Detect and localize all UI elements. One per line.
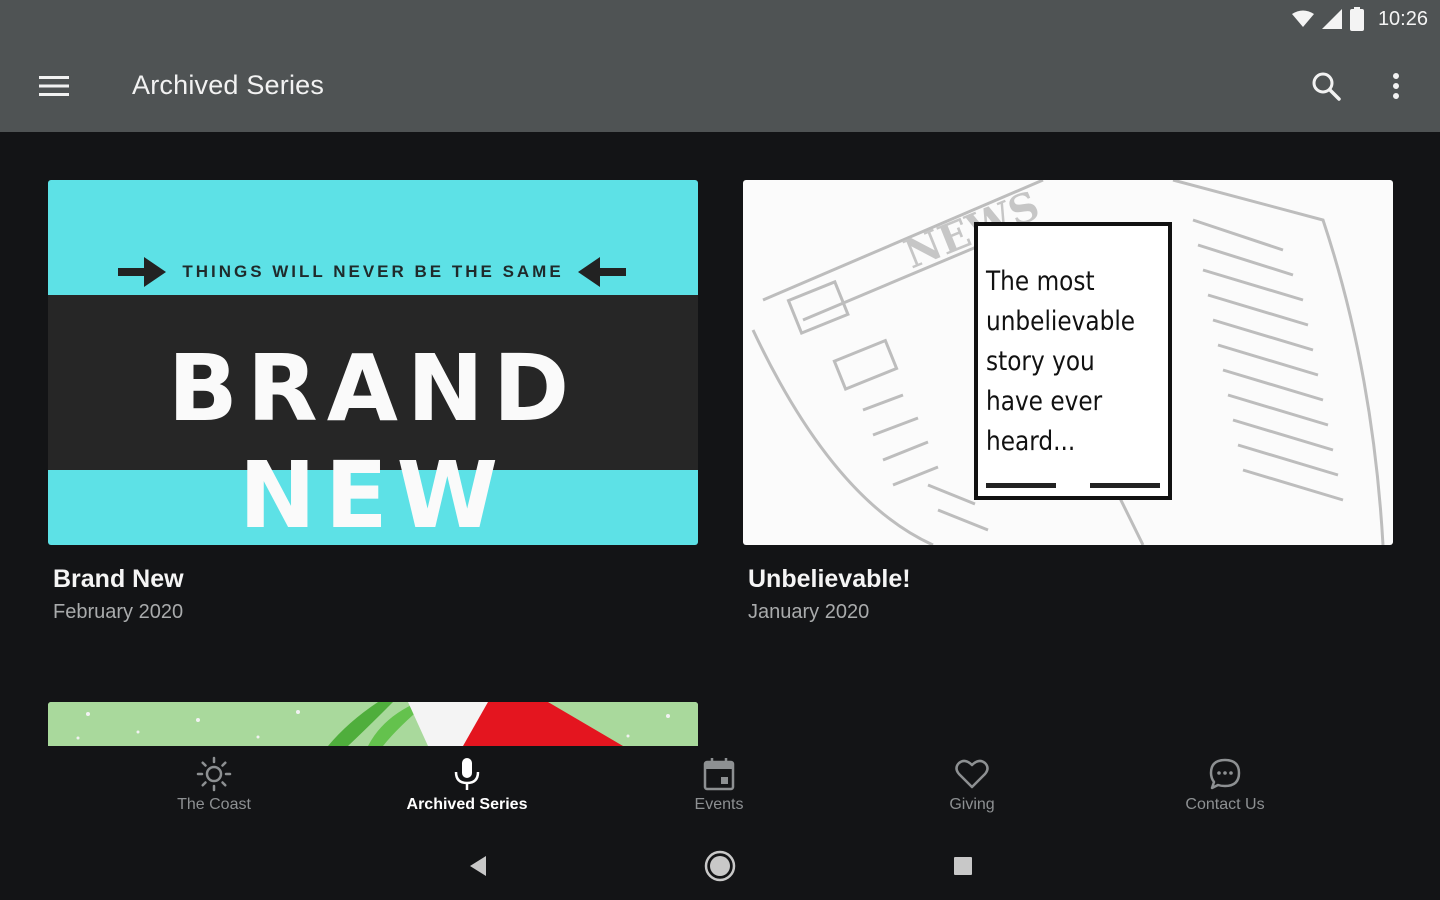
series-artwork-unbelievable: NEWS The most unbelievable story you hav… <box>743 180 1393 545</box>
arrow-left-icon <box>578 257 626 287</box>
toolbar: Archived Series <box>0 40 1440 132</box>
signal-icon <box>1321 9 1342 29</box>
series-card-partial[interactable] <box>48 702 698 746</box>
system-recents-button[interactable] <box>943 846 983 886</box>
series-title: Brand New <box>53 565 184 593</box>
series-title: Unbelievable! <box>748 565 911 593</box>
headline-box: The most unbelievable story you have eve… <box>974 222 1172 500</box>
more-options-button[interactable] <box>1372 62 1420 110</box>
headline-line-5: heard... <box>986 426 1076 457</box>
status-time: 10:26 <box>1377 7 1428 30</box>
status-icons: 10:26 <box>1291 6 1428 32</box>
search-button[interactable] <box>1302 62 1350 110</box>
headline-line-2: unbelievable <box>986 306 1136 337</box>
series-artwork-partial <box>48 702 698 746</box>
bottom-navigation: The Coast Archived Series Events Giving … <box>0 746 1440 830</box>
nav-label: Archived Series <box>406 796 528 813</box>
headline-line-1: The most <box>986 266 1095 297</box>
nav-label: Events <box>694 796 744 813</box>
menu-icon <box>39 76 69 96</box>
search-icon <box>1312 72 1341 101</box>
app-header: 10:26 Archived Series <box>0 0 1440 132</box>
artwork-headline: BRAND NEW <box>167 335 579 545</box>
wifi-icon <box>1291 10 1314 27</box>
more-vert-icon <box>1393 73 1399 99</box>
chat-bubble-icon <box>1209 758 1241 790</box>
heart-icon <box>955 759 989 789</box>
calendar-icon <box>703 758 735 791</box>
app-screen: 10:26 Archived Series THINGS WILL NEVER … <box>0 0 1440 900</box>
nav-item-giving[interactable]: Giving <box>882 756 1062 826</box>
system-back-button[interactable] <box>458 846 498 886</box>
microphone-icon <box>454 758 480 790</box>
recents-square-icon <box>954 857 972 875</box>
series-artwork-brand-new: THINGS WILL NEVER BE THE SAME BRAND NEW <box>48 180 698 545</box>
system-navigation-bar <box>0 830 1440 900</box>
fine-print <box>986 483 1160 488</box>
battery-icon <box>1349 7 1364 31</box>
system-home-button[interactable] <box>700 846 740 886</box>
nav-label: Contact Us <box>1185 796 1265 813</box>
headline-line-3: story you <box>986 346 1095 377</box>
series-date: January 2020 <box>748 601 870 623</box>
home-circle-icon <box>704 850 736 882</box>
series-card-unbelievable[interactable]: NEWS The most unbelievable story you hav… <box>743 180 1393 624</box>
series-date: February 2020 <box>53 601 184 623</box>
nav-label: Giving <box>949 796 995 813</box>
page-title: Archived Series <box>132 70 325 100</box>
nav-label: The Coast <box>177 796 251 813</box>
nav-item-contact-us[interactable]: Contact Us <box>1135 756 1315 826</box>
headline-line-4: have ever <box>986 386 1103 417</box>
menu-button[interactable] <box>30 62 78 110</box>
status-bar: 10:26 <box>0 0 1440 40</box>
nav-item-the-coast[interactable]: The Coast <box>124 756 304 826</box>
nav-item-archived-series[interactable]: Archived Series <box>377 756 557 826</box>
series-card-brand-new[interactable]: THINGS WILL NEVER BE THE SAME BRAND NEW … <box>48 180 698 624</box>
sun-icon <box>196 756 232 792</box>
back-triangle-icon <box>470 856 486 876</box>
nav-item-events[interactable]: Events <box>629 756 809 826</box>
